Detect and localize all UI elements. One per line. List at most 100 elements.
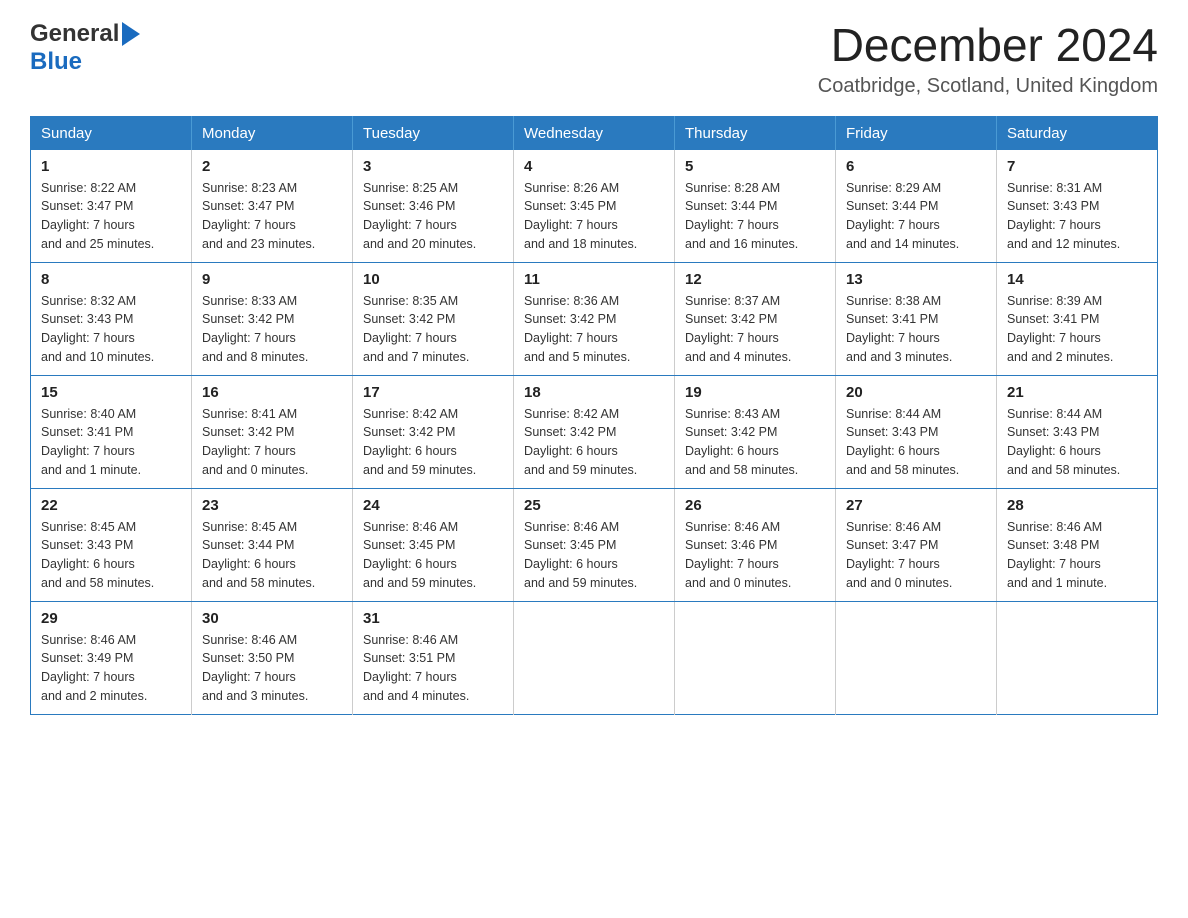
calendar-cell: 17 Sunrise: 8:42 AMSunset: 3:42 PMDaylig… bbox=[353, 375, 514, 488]
day-number: 10 bbox=[363, 271, 503, 288]
day-number: 6 bbox=[846, 158, 986, 175]
day-number: 17 bbox=[363, 384, 503, 401]
day-number: 12 bbox=[685, 271, 825, 288]
calendar-cell: 21 Sunrise: 8:44 AMSunset: 3:43 PMDaylig… bbox=[997, 375, 1158, 488]
calendar-cell: 4 Sunrise: 8:26 AMSunset: 3:45 PMDayligh… bbox=[514, 150, 675, 263]
calendar-cell: 18 Sunrise: 8:42 AMSunset: 3:42 PMDaylig… bbox=[514, 375, 675, 488]
calendar-cell: 7 Sunrise: 8:31 AMSunset: 3:43 PMDayligh… bbox=[997, 150, 1158, 263]
day-number: 24 bbox=[363, 497, 503, 514]
day-info: Sunrise: 8:41 AMSunset: 3:42 PMDaylight:… bbox=[202, 405, 342, 480]
week-row-3: 15 Sunrise: 8:40 AMSunset: 3:41 PMDaylig… bbox=[31, 375, 1158, 488]
calendar-cell: 26 Sunrise: 8:46 AMSunset: 3:46 PMDaylig… bbox=[675, 488, 836, 601]
day-info: Sunrise: 8:39 AMSunset: 3:41 PMDaylight:… bbox=[1007, 292, 1147, 367]
logo-triangle-icon bbox=[122, 22, 140, 46]
day-info: Sunrise: 8:40 AMSunset: 3:41 PMDaylight:… bbox=[41, 405, 181, 480]
day-info: Sunrise: 8:44 AMSunset: 3:43 PMDaylight:… bbox=[1007, 405, 1147, 480]
calendar-cell bbox=[514, 601, 675, 714]
logo-blue-text: Blue bbox=[30, 48, 82, 75]
week-row-2: 8 Sunrise: 8:32 AMSunset: 3:43 PMDayligh… bbox=[31, 262, 1158, 375]
day-number: 26 bbox=[685, 497, 825, 514]
day-number: 15 bbox=[41, 384, 181, 401]
calendar-cell: 28 Sunrise: 8:46 AMSunset: 3:48 PMDaylig… bbox=[997, 488, 1158, 601]
logo-general-text: General bbox=[30, 20, 119, 48]
day-info: Sunrise: 8:33 AMSunset: 3:42 PMDaylight:… bbox=[202, 292, 342, 367]
day-info: Sunrise: 8:28 AMSunset: 3:44 PMDaylight:… bbox=[685, 179, 825, 254]
day-number: 9 bbox=[202, 271, 342, 288]
day-number: 29 bbox=[41, 610, 181, 627]
day-info: Sunrise: 8:32 AMSunset: 3:43 PMDaylight:… bbox=[41, 292, 181, 367]
day-info: Sunrise: 8:23 AMSunset: 3:47 PMDaylight:… bbox=[202, 179, 342, 254]
calendar-cell: 22 Sunrise: 8:45 AMSunset: 3:43 PMDaylig… bbox=[31, 488, 192, 601]
calendar-cell: 14 Sunrise: 8:39 AMSunset: 3:41 PMDaylig… bbox=[997, 262, 1158, 375]
day-info: Sunrise: 8:46 AMSunset: 3:50 PMDaylight:… bbox=[202, 631, 342, 706]
day-info: Sunrise: 8:42 AMSunset: 3:42 PMDaylight:… bbox=[363, 405, 503, 480]
weekday-header-tuesday: Tuesday bbox=[353, 116, 514, 150]
day-number: 2 bbox=[202, 158, 342, 175]
calendar-cell: 15 Sunrise: 8:40 AMSunset: 3:41 PMDaylig… bbox=[31, 375, 192, 488]
calendar-table: SundayMondayTuesdayWednesdayThursdayFrid… bbox=[30, 116, 1158, 715]
page-header: General Blue December 2024 Coatbridge, S… bbox=[30, 20, 1158, 98]
day-number: 23 bbox=[202, 497, 342, 514]
day-number: 25 bbox=[524, 497, 664, 514]
day-info: Sunrise: 8:29 AMSunset: 3:44 PMDaylight:… bbox=[846, 179, 986, 254]
day-info: Sunrise: 8:25 AMSunset: 3:46 PMDaylight:… bbox=[363, 179, 503, 254]
day-number: 30 bbox=[202, 610, 342, 627]
logo: General Blue bbox=[30, 20, 140, 76]
day-info: Sunrise: 8:37 AMSunset: 3:42 PMDaylight:… bbox=[685, 292, 825, 367]
day-number: 28 bbox=[1007, 497, 1147, 514]
day-number: 19 bbox=[685, 384, 825, 401]
day-info: Sunrise: 8:46 AMSunset: 3:48 PMDaylight:… bbox=[1007, 518, 1147, 593]
calendar-cell bbox=[997, 601, 1158, 714]
calendar-cell: 3 Sunrise: 8:25 AMSunset: 3:46 PMDayligh… bbox=[353, 150, 514, 263]
week-row-4: 22 Sunrise: 8:45 AMSunset: 3:43 PMDaylig… bbox=[31, 488, 1158, 601]
calendar-cell: 25 Sunrise: 8:46 AMSunset: 3:45 PMDaylig… bbox=[514, 488, 675, 601]
day-info: Sunrise: 8:45 AMSunset: 3:44 PMDaylight:… bbox=[202, 518, 342, 593]
calendar-cell: 19 Sunrise: 8:43 AMSunset: 3:42 PMDaylig… bbox=[675, 375, 836, 488]
day-number: 31 bbox=[363, 610, 503, 627]
day-info: Sunrise: 8:36 AMSunset: 3:42 PMDaylight:… bbox=[524, 292, 664, 367]
calendar-cell: 2 Sunrise: 8:23 AMSunset: 3:47 PMDayligh… bbox=[192, 150, 353, 263]
day-number: 5 bbox=[685, 158, 825, 175]
calendar-cell: 11 Sunrise: 8:36 AMSunset: 3:42 PMDaylig… bbox=[514, 262, 675, 375]
title-area: December 2024 Coatbridge, Scotland, Unit… bbox=[818, 20, 1158, 98]
day-info: Sunrise: 8:45 AMSunset: 3:43 PMDaylight:… bbox=[41, 518, 181, 593]
day-number: 22 bbox=[41, 497, 181, 514]
day-info: Sunrise: 8:46 AMSunset: 3:45 PMDaylight:… bbox=[363, 518, 503, 593]
week-row-5: 29 Sunrise: 8:46 AMSunset: 3:49 PMDaylig… bbox=[31, 601, 1158, 714]
weekday-header-sunday: Sunday bbox=[31, 116, 192, 150]
day-info: Sunrise: 8:26 AMSunset: 3:45 PMDaylight:… bbox=[524, 179, 664, 254]
day-info: Sunrise: 8:46 AMSunset: 3:49 PMDaylight:… bbox=[41, 631, 181, 706]
day-number: 13 bbox=[846, 271, 986, 288]
calendar-cell bbox=[675, 601, 836, 714]
day-number: 20 bbox=[846, 384, 986, 401]
calendar-cell: 24 Sunrise: 8:46 AMSunset: 3:45 PMDaylig… bbox=[353, 488, 514, 601]
weekday-header-monday: Monday bbox=[192, 116, 353, 150]
calendar-cell: 12 Sunrise: 8:37 AMSunset: 3:42 PMDaylig… bbox=[675, 262, 836, 375]
calendar-cell bbox=[836, 601, 997, 714]
day-number: 3 bbox=[363, 158, 503, 175]
day-number: 16 bbox=[202, 384, 342, 401]
calendar-cell: 5 Sunrise: 8:28 AMSunset: 3:44 PMDayligh… bbox=[675, 150, 836, 263]
day-info: Sunrise: 8:46 AMSunset: 3:46 PMDaylight:… bbox=[685, 518, 825, 593]
calendar-cell: 27 Sunrise: 8:46 AMSunset: 3:47 PMDaylig… bbox=[836, 488, 997, 601]
month-title: December 2024 bbox=[818, 20, 1158, 71]
day-info: Sunrise: 8:35 AMSunset: 3:42 PMDaylight:… bbox=[363, 292, 503, 367]
calendar-cell: 10 Sunrise: 8:35 AMSunset: 3:42 PMDaylig… bbox=[353, 262, 514, 375]
week-row-1: 1 Sunrise: 8:22 AMSunset: 3:47 PMDayligh… bbox=[31, 150, 1158, 263]
day-number: 14 bbox=[1007, 271, 1147, 288]
day-info: Sunrise: 8:46 AMSunset: 3:45 PMDaylight:… bbox=[524, 518, 664, 593]
calendar-cell: 13 Sunrise: 8:38 AMSunset: 3:41 PMDaylig… bbox=[836, 262, 997, 375]
weekday-header-thursday: Thursday bbox=[675, 116, 836, 150]
calendar-cell: 20 Sunrise: 8:44 AMSunset: 3:43 PMDaylig… bbox=[836, 375, 997, 488]
day-number: 4 bbox=[524, 158, 664, 175]
weekday-header-row: SundayMondayTuesdayWednesdayThursdayFrid… bbox=[31, 116, 1158, 150]
day-number: 18 bbox=[524, 384, 664, 401]
calendar-cell: 23 Sunrise: 8:45 AMSunset: 3:44 PMDaylig… bbox=[192, 488, 353, 601]
day-number: 11 bbox=[524, 271, 664, 288]
day-info: Sunrise: 8:38 AMSunset: 3:41 PMDaylight:… bbox=[846, 292, 986, 367]
day-info: Sunrise: 8:44 AMSunset: 3:43 PMDaylight:… bbox=[846, 405, 986, 480]
calendar-cell: 29 Sunrise: 8:46 AMSunset: 3:49 PMDaylig… bbox=[31, 601, 192, 714]
day-number: 7 bbox=[1007, 158, 1147, 175]
day-info: Sunrise: 8:42 AMSunset: 3:42 PMDaylight:… bbox=[524, 405, 664, 480]
location-subtitle: Coatbridge, Scotland, United Kingdom bbox=[818, 75, 1158, 98]
